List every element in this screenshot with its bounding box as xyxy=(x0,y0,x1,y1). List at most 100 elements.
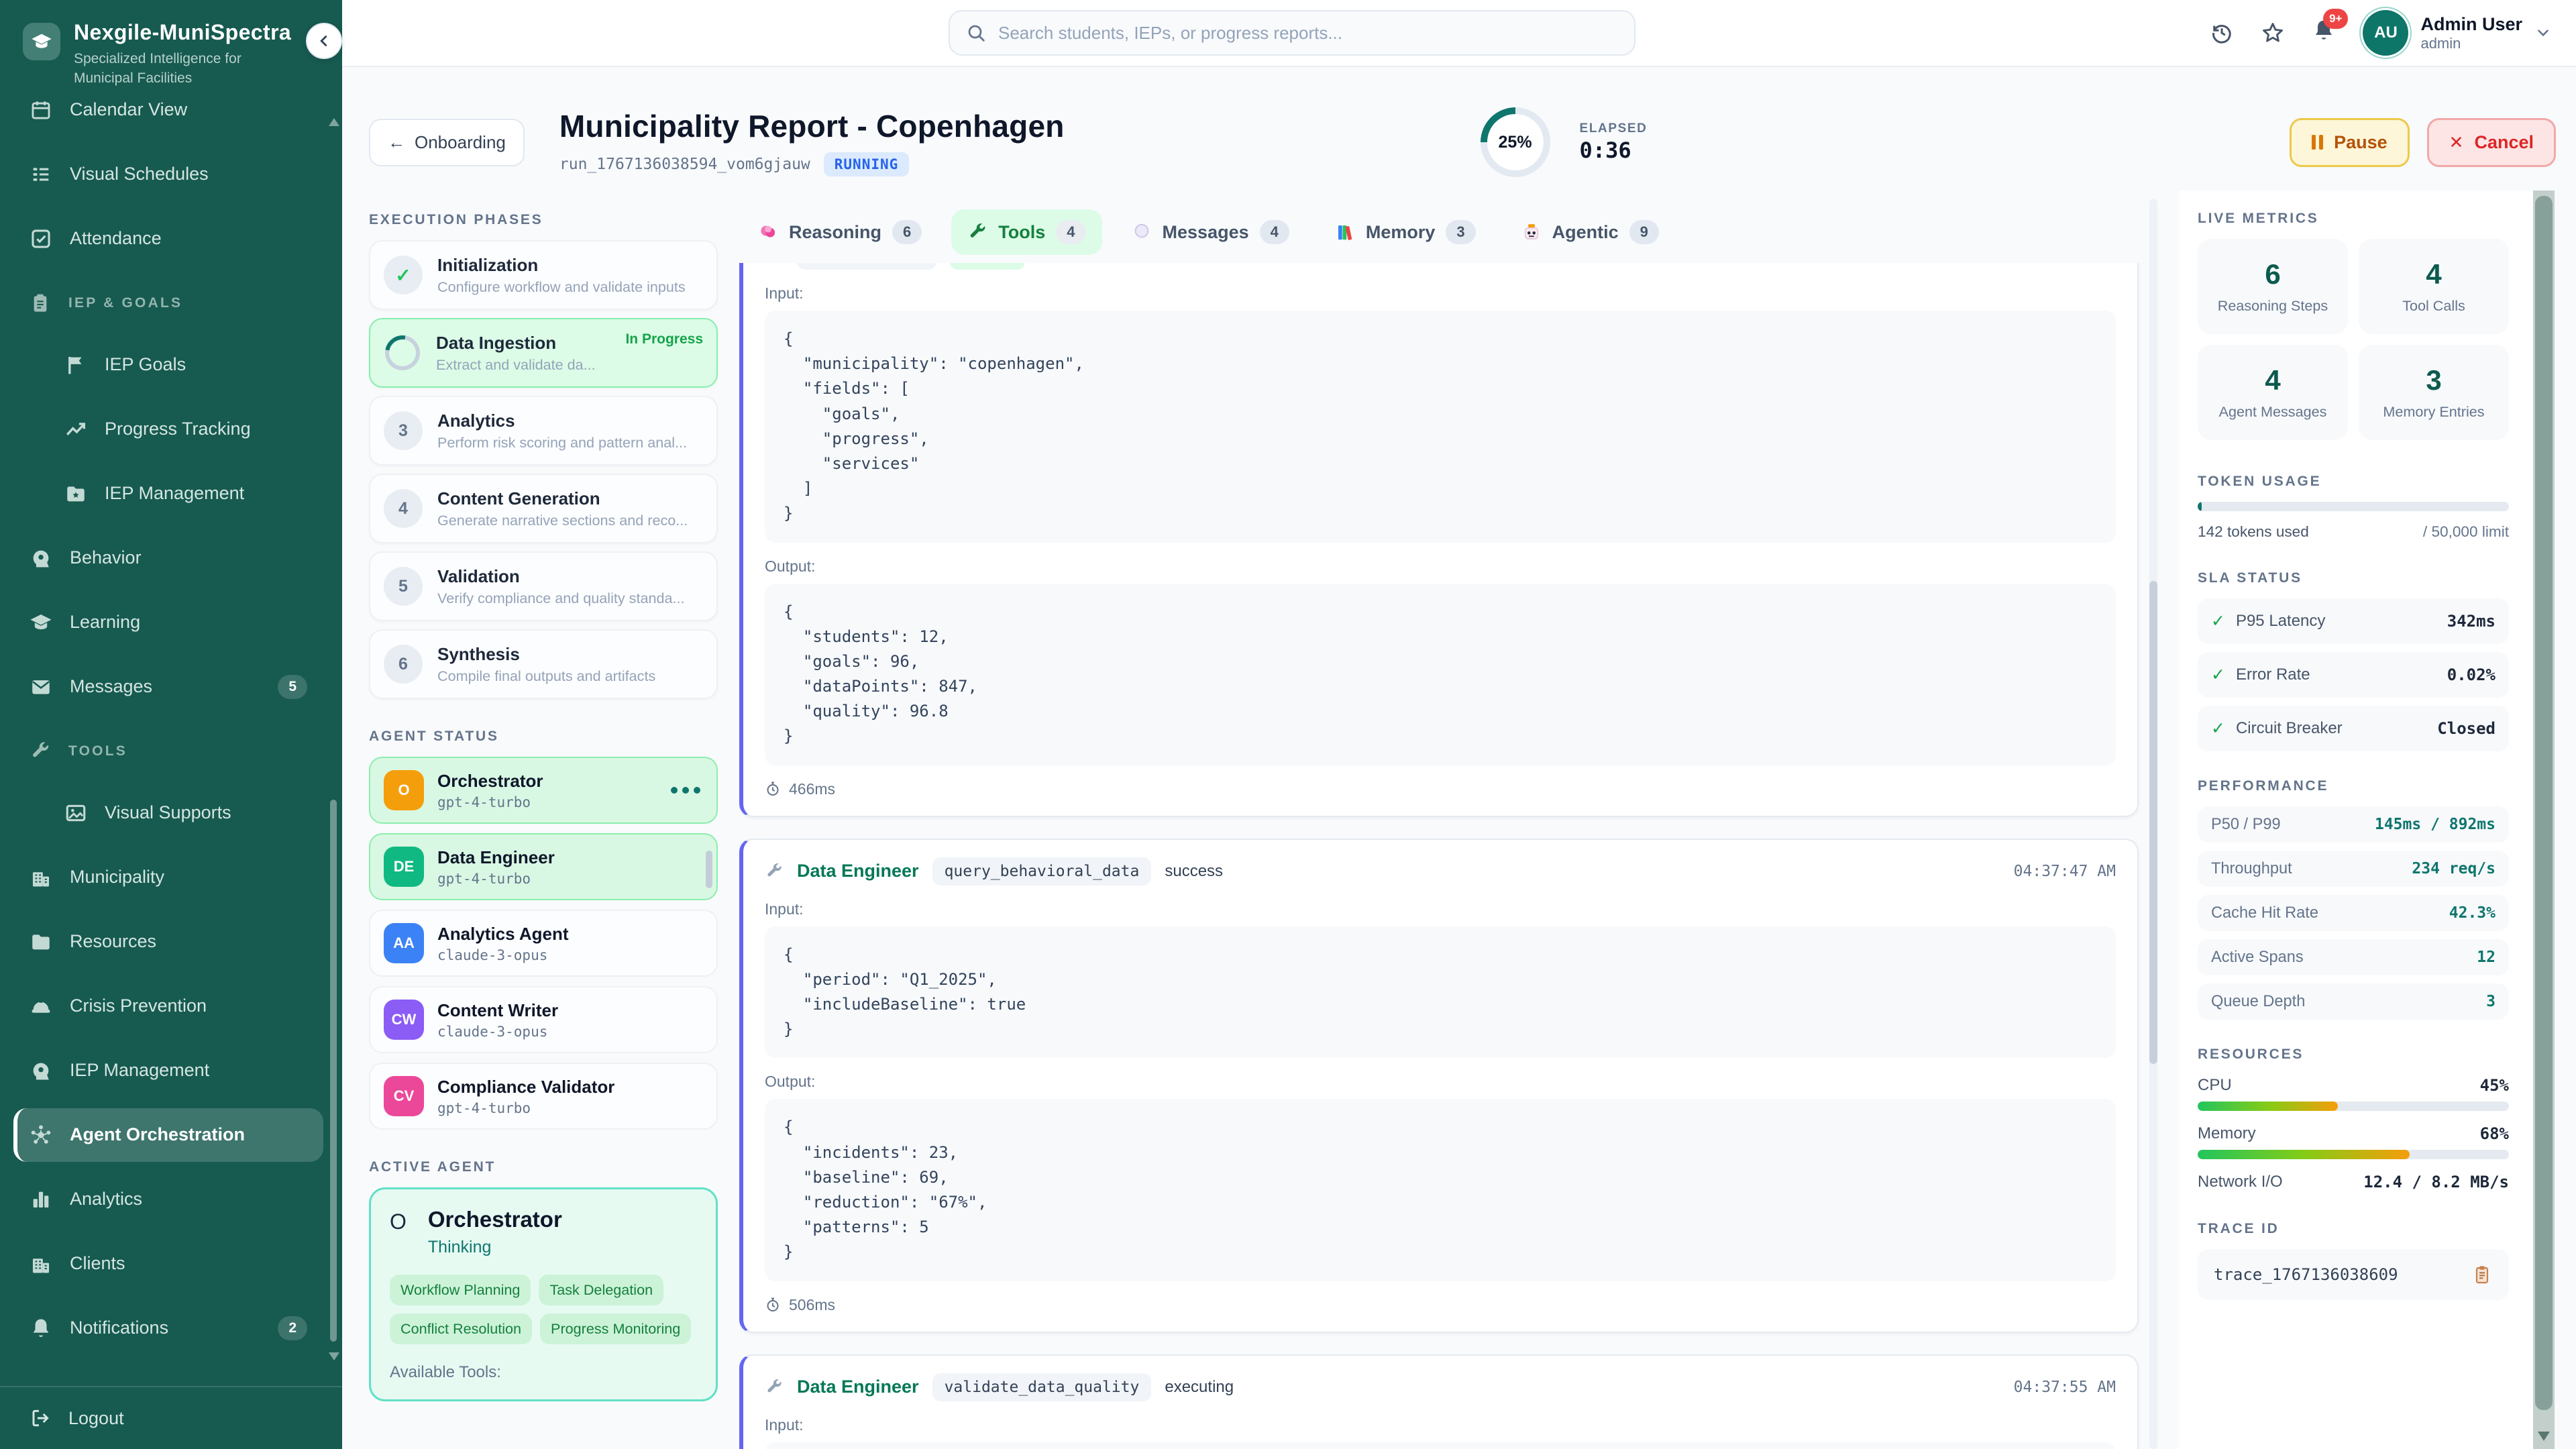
resources-title: RESOURCES xyxy=(2198,1046,2509,1063)
phase-card[interactable]: Data Ingestion Extract and validate da..… xyxy=(369,318,718,388)
tool-input-json: { "municipality": "copenhagen", "fields"… xyxy=(765,311,2116,543)
phase-card[interactable]: 6 Synthesis Compile final outputs and ar… xyxy=(369,629,718,699)
phase-card[interactable]: 3 Analytics Perform risk scoring and pat… xyxy=(369,396,718,466)
brain-icon xyxy=(758,222,778,242)
tool-call-status: success xyxy=(1165,862,1223,881)
sidebar-scroll-thumb[interactable] xyxy=(330,800,337,1342)
back-button[interactable]: ← Onboarding xyxy=(369,119,525,166)
sidebar-item-visual-schedules[interactable]: Visual Schedules xyxy=(13,148,323,201)
metric-box: 4 Agent Messages xyxy=(2198,345,2348,440)
active-agent-skills: Workflow PlanningTask DelegationConflict… xyxy=(390,1275,697,1344)
grad-cap-icon xyxy=(30,611,52,634)
notifications-bell[interactable]: 9+ xyxy=(2312,18,2336,48)
sidebar-item-agent-orchestration[interactable]: Agent Orchestration xyxy=(13,1108,323,1162)
sidebar-item-attendance[interactable]: Attendance xyxy=(13,212,323,266)
token-usage-bar xyxy=(2198,502,2509,511)
sidebar-item-iep-management[interactable]: IEP Management xyxy=(48,467,323,521)
sidebar-collapse-button[interactable] xyxy=(306,23,342,59)
tab-memory[interactable]: Memory 3 xyxy=(1319,209,1492,255)
search-icon xyxy=(966,23,986,43)
pause-button[interactable]: Pause xyxy=(2290,118,2410,167)
stopwatch-icon xyxy=(765,1297,781,1313)
sidebar-item-iep-goals[interactable]: IEP Goals xyxy=(48,338,323,392)
tool-call-card[interactable]: Data Engineer validate_data_quality exec… xyxy=(739,1354,2139,1449)
phase-card[interactable]: 5 Validation Verify compliance and quali… xyxy=(369,551,718,621)
tab-agentic[interactable]: Agentic 9 xyxy=(1505,209,1675,255)
history-icon[interactable] xyxy=(2210,21,2234,45)
logout-icon xyxy=(30,1407,51,1429)
tab-count-badge: 4 xyxy=(1260,220,1289,244)
sidebar-scroll-up-icon[interactable] xyxy=(329,118,339,126)
agent-avatar: O xyxy=(384,770,424,810)
tool-call-time: 04:37:55 AM xyxy=(2014,1379,2116,1396)
wrench-icon xyxy=(30,741,51,762)
search-input[interactable] xyxy=(998,23,1618,44)
sidebar-nav: Calendar View Visual Schedules Attendance I… xyxy=(0,99,342,1386)
agent-card[interactable]: AA Analytics Agent claude-3-opus xyxy=(369,910,718,977)
skill-chip: Progress Monitoring xyxy=(540,1313,691,1344)
global-search[interactable] xyxy=(949,10,1635,56)
sidebar-scrollbar[interactable] xyxy=(330,107,338,1368)
phase-card[interactable]: 4 Content Generation Generate narrative … xyxy=(369,474,718,543)
tab-count-badge: 3 xyxy=(1446,220,1475,244)
topbar: 9+ AU Admin User admin xyxy=(342,0,2576,67)
sidebar-item-resources[interactable]: Resources xyxy=(13,915,323,969)
sidebar-item-municipality[interactable]: Municipality xyxy=(13,851,323,904)
tool-call-card[interactable]: Input: { "municipality": "copenhagen", "… xyxy=(739,263,2139,817)
page-header: ← Onboarding Municipality Report - Copen… xyxy=(369,67,2556,191)
sla-rows: ✓ P95 Latency 342ms ✓ Error Rate 0.02% ✓… xyxy=(2198,598,2509,751)
network-io-row: Network I/O 12.4 / 8.2 MB/s xyxy=(2198,1173,2509,1191)
stream-scrollbar[interactable] xyxy=(2149,199,2157,1449)
building-icon xyxy=(30,866,52,889)
skill-chip: Task Delegation xyxy=(539,1275,663,1305)
phase-card[interactable]: ✓ Initialization Configure workflow and … xyxy=(369,240,718,310)
wrench-icon xyxy=(765,862,784,881)
tab-messages[interactable]: Messages 4 xyxy=(1116,209,1305,255)
sidebar-item-crisis-prevention[interactable]: Crisis Prevention xyxy=(13,979,323,1033)
wrench-icon xyxy=(967,222,987,242)
mail-icon xyxy=(30,676,52,698)
stream-scroll-thumb[interactable] xyxy=(2149,581,2157,1064)
tool-call-card[interactable]: Data Engineer query_behavioral_data succ… xyxy=(739,839,2139,1333)
sidebar-item-iep-management[interactable]: IEP Management xyxy=(13,1044,323,1097)
sidebar-item-progress-tracking[interactable]: Progress Tracking xyxy=(48,402,323,456)
sidebar-item-analytics[interactable]: Analytics xyxy=(13,1173,323,1226)
tab-count-badge: 4 xyxy=(1056,220,1085,244)
agent-card[interactable]: CV Compliance Validator gpt-4-turbo xyxy=(369,1063,718,1130)
copy-trace-icon[interactable] xyxy=(2471,1264,2493,1285)
sidebar-scroll-down-icon[interactable] xyxy=(329,1352,339,1360)
page-scrollbar[interactable] xyxy=(2533,191,2555,1449)
sidebar-badge: 2 xyxy=(278,1316,307,1340)
performance-row: Active Spans 12 xyxy=(2198,939,2509,975)
sidebar-item-notifications[interactable]: Notifications2 xyxy=(13,1301,323,1355)
logout-label: Logout xyxy=(68,1408,124,1429)
agent-card[interactable]: CW Content Writer claude-3-opus xyxy=(369,986,718,1053)
sidebar-section-tools: TOOLS xyxy=(13,724,323,778)
app-logo-icon xyxy=(23,23,60,60)
page-scroll-thumb[interactable] xyxy=(2535,196,2553,1410)
check-icon: ✓ xyxy=(2211,718,2225,739)
building-icon xyxy=(30,1252,52,1275)
tool-call-stream[interactable]: Input: { "municipality": "copenhagen", "… xyxy=(739,263,2157,1449)
star-icon[interactable] xyxy=(2261,21,2285,45)
active-agent-status: Thinking xyxy=(428,1238,562,1257)
sidebar-item-messages[interactable]: Messages5 xyxy=(13,660,323,714)
tab-tools[interactable]: Tools 4 xyxy=(951,209,1102,255)
page-scroll-down-icon[interactable] xyxy=(2538,1432,2550,1441)
agent-card[interactable]: DE Data Engineer gpt-4-turbo xyxy=(369,833,718,900)
agent-card[interactable]: O Orchestrator gpt-4-turbo xyxy=(369,757,718,824)
sidebar-item-visual-supports[interactable]: Visual Supports xyxy=(48,786,323,840)
tab-reasoning[interactable]: Reasoning 6 xyxy=(742,209,938,255)
books-icon xyxy=(1335,222,1355,242)
sidebar-item-learning[interactable]: Learning xyxy=(13,596,323,649)
sidebar-item-logout[interactable]: Logout xyxy=(0,1386,342,1449)
sidebar-item-calendar-view[interactable]: Calendar View xyxy=(13,99,323,137)
tool-call-agent: Data Engineer xyxy=(797,861,919,881)
phase-spinner-icon xyxy=(378,329,427,377)
cancel-button[interactable]: ✕ Cancel xyxy=(2427,118,2556,167)
sidebar-item-clients[interactable]: Clients xyxy=(13,1237,323,1291)
sidebar-item-behavior[interactable]: Behavior xyxy=(13,531,323,585)
agent-avatar: CV xyxy=(384,1076,424,1116)
user-menu[interactable]: AU Admin User admin xyxy=(2363,10,2552,56)
agent-list-scroll-thumb[interactable] xyxy=(706,851,712,888)
